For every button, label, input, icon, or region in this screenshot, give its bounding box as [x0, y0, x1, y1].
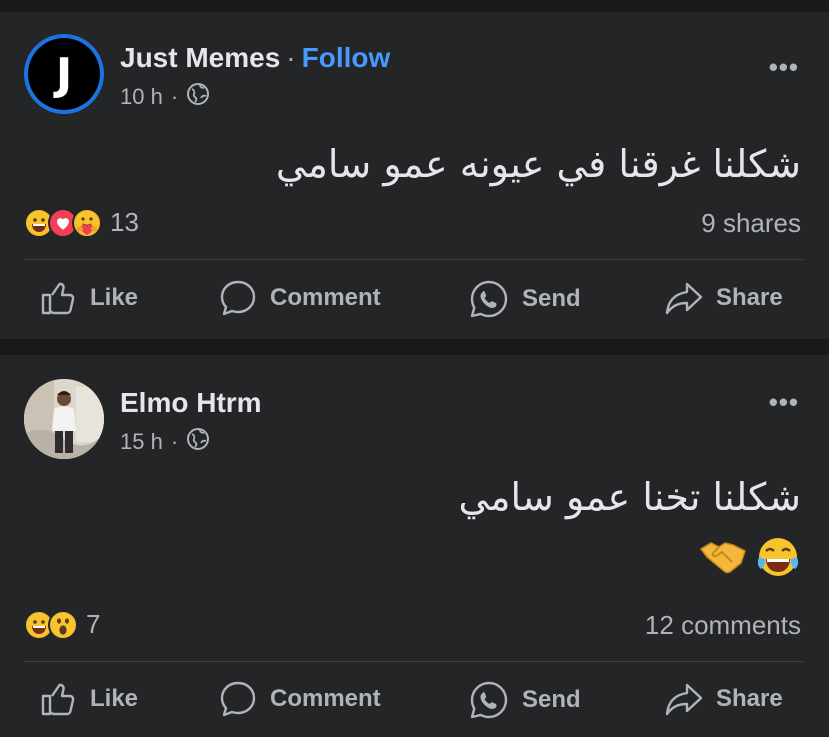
send-button[interactable]: Send: [468, 278, 581, 320]
post-text: شكلنا تخنا عمو سامي: [458, 475, 801, 519]
comment-label: Comment: [270, 284, 381, 311]
like-label: Like: [90, 284, 139, 311]
post-meta: 10 h ·: [120, 82, 210, 112]
divider: [24, 259, 803, 260]
comment-bubble-icon: [218, 679, 258, 719]
comments-count[interactable]: 12 comments: [645, 610, 801, 641]
reactions-summary[interactable]: 7: [24, 609, 100, 640]
more-options-icon[interactable]: •••: [769, 52, 799, 83]
meta-dot: ·: [170, 84, 179, 109]
wow-face-icon: [48, 609, 78, 640]
reaction-count: 13: [110, 207, 139, 237]
post-meta: 15 h ·: [120, 427, 210, 457]
action-bar: Like Comment Send Share: [0, 671, 829, 731]
post-elmo-htrm: Elmo Htrm 15 h · ••• شكلنا تخنا عمو سامي…: [0, 355, 829, 737]
more-options-icon[interactable]: •••: [769, 387, 799, 418]
like-button[interactable]: Like: [38, 679, 138, 719]
page-avatar[interactable]: J: [24, 34, 104, 114]
send-button[interactable]: Send: [468, 679, 581, 721]
comment-button[interactable]: Comment: [218, 679, 381, 719]
post-time[interactable]: 10 h: [120, 84, 163, 110]
comment-button[interactable]: Comment: [218, 278, 381, 318]
user-avatar[interactable]: [24, 379, 104, 459]
post-header: Elmo Htrm: [120, 387, 262, 419]
avatar-letter: J: [55, 48, 73, 100]
globe-icon: [186, 82, 210, 112]
reaction-count: 7: [86, 609, 101, 639]
tears-of-joy-icon: [755, 535, 801, 584]
like-label: Like: [90, 685, 139, 712]
care-hug-icon: [72, 207, 102, 238]
globe-icon: [186, 427, 210, 457]
whatsapp-icon: [468, 679, 510, 721]
name-separator: ·: [286, 42, 296, 73]
handshake-icon: [699, 535, 747, 584]
send-label: Send: [522, 285, 581, 312]
author-name[interactable]: Elmo Htrm: [120, 387, 262, 418]
divider: [24, 661, 803, 662]
share-button[interactable]: Share: [664, 679, 783, 719]
whatsapp-icon: [468, 278, 510, 320]
thumbs-up-icon: [38, 679, 78, 719]
share-button[interactable]: Share: [664, 278, 783, 318]
share-arrow-icon: [664, 278, 704, 318]
comment-bubble-icon: [218, 278, 258, 318]
send-label: Send: [522, 686, 581, 713]
follow-button[interactable]: Follow: [302, 42, 391, 73]
post-time[interactable]: 15 h: [120, 429, 163, 455]
thumbs-up-icon: [38, 278, 78, 318]
action-bar: Like Comment Send Share: [0, 270, 829, 330]
post-header: Just Memes · Follow: [120, 42, 390, 74]
meta-dot: ·: [170, 429, 179, 454]
post-text-emoji: [699, 535, 801, 584]
share-label: Share: [716, 685, 783, 712]
reactions-summary[interactable]: 13: [24, 207, 139, 238]
avatar-inner: J: [28, 38, 100, 110]
comment-label: Comment: [270, 685, 381, 712]
post-text: شكلنا غرقنا في عيونه عمو سامي: [275, 142, 801, 186]
post-just-memes: J Just Memes · Follow 10 h · ••• شكلنا غرق…: [0, 12, 829, 339]
shares-count[interactable]: 9 shares: [701, 208, 801, 239]
author-name[interactable]: Just Memes: [120, 42, 280, 73]
like-button[interactable]: Like: [38, 278, 138, 318]
share-arrow-icon: [664, 679, 704, 719]
share-label: Share: [716, 284, 783, 311]
